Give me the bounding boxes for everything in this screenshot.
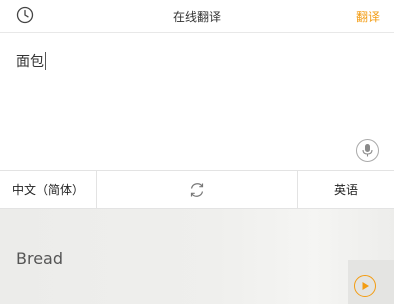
- microphone-icon: [362, 144, 373, 157]
- result-panel: Bread: [0, 209, 394, 304]
- target-language-selector[interactable]: 英语: [297, 171, 394, 208]
- audio-panel: [348, 260, 394, 304]
- translation-result: Bread: [16, 249, 64, 268]
- clock-icon: [16, 6, 34, 24]
- source-text-area[interactable]: 面包: [0, 33, 394, 170]
- voice-input-button[interactable]: [356, 139, 379, 162]
- language-bar: 中文（简体） 英语: [0, 170, 394, 209]
- history-button[interactable]: [15, 5, 35, 25]
- swap-languages-button[interactable]: [97, 171, 297, 208]
- play-audio-button[interactable]: [354, 275, 376, 297]
- play-icon: [362, 282, 369, 290]
- source-text-input[interactable]: 面包: [16, 51, 44, 71]
- source-language-selector[interactable]: 中文（简体）: [0, 171, 97, 208]
- top-bar: 在线翻译 翻译: [0, 0, 394, 33]
- swap-arrows-icon: [190, 182, 204, 197]
- text-caret: [45, 52, 46, 70]
- translate-button[interactable]: 翻译: [356, 0, 380, 32]
- page-title: 在线翻译: [172, 9, 221, 24]
